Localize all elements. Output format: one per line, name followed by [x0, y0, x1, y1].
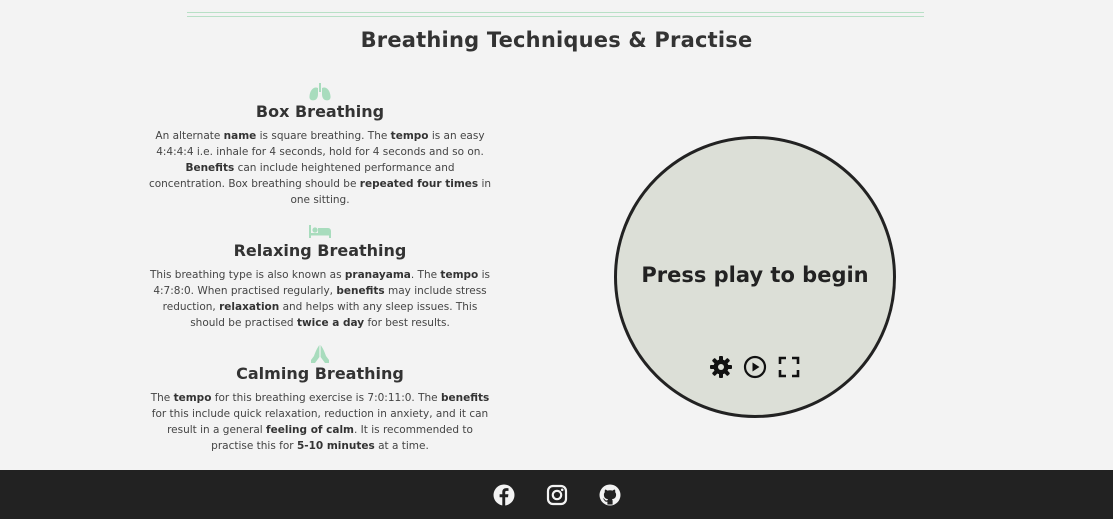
praying-hands-icon — [148, 344, 492, 364]
emphasis-text: tempo — [390, 130, 429, 142]
emphasis-text: benefits — [440, 392, 490, 404]
player-controls — [617, 355, 893, 379]
techniques-list: Box Breathing An alternate name is squar… — [148, 82, 492, 467]
technique-title: Relaxing Breathing — [233, 241, 407, 260]
fullscreen-icon[interactable] — [777, 355, 801, 379]
facebook-icon[interactable] — [493, 484, 515, 506]
emphasis-text: tempo — [440, 269, 479, 281]
emphasis-text: name — [223, 130, 257, 142]
top-divider — [187, 12, 924, 17]
emphasis-text: 5-10 minutes — [296, 440, 375, 452]
play-icon[interactable] — [743, 355, 767, 379]
technique-title: Box Breathing — [255, 102, 385, 121]
emphasis-text: relaxation — [219, 301, 280, 313]
technique-calming-breathing: Calming Breathing The tempo for this bre… — [148, 344, 492, 454]
github-icon[interactable] — [599, 484, 621, 506]
lungs-icon — [148, 82, 492, 102]
player-prompt: Press play to begin — [641, 263, 869, 287]
emphasis-text: Benefits — [185, 162, 235, 174]
breathing-circle: Press play to begin — [614, 136, 896, 418]
footer — [0, 470, 1113, 519]
bed-icon — [148, 221, 492, 241]
technique-relaxing-breathing: Relaxing Breathing This breathing type i… — [148, 221, 492, 331]
technique-description: The tempo for this breathing exercise is… — [150, 392, 490, 452]
gear-icon[interactable] — [709, 355, 733, 379]
emphasis-text: repeated four times — [359, 178, 479, 190]
emphasis-text: feeling of calm — [266, 424, 354, 436]
technique-description: An alternate name is square breathing. T… — [148, 130, 492, 206]
emphasis-text: twice a day — [296, 317, 365, 329]
technique-box-breathing: Box Breathing An alternate name is squar… — [148, 82, 492, 208]
emphasis-text: pranayama — [344, 269, 411, 281]
emphasis-text: tempo — [173, 392, 212, 404]
technique-title: Calming Breathing — [236, 364, 404, 383]
instagram-icon[interactable] — [546, 484, 568, 506]
page-title: Breathing Techniques & Practise — [360, 28, 753, 52]
technique-description: This breathing type is also known as pra… — [150, 269, 490, 329]
emphasis-text: benefits — [336, 285, 385, 297]
